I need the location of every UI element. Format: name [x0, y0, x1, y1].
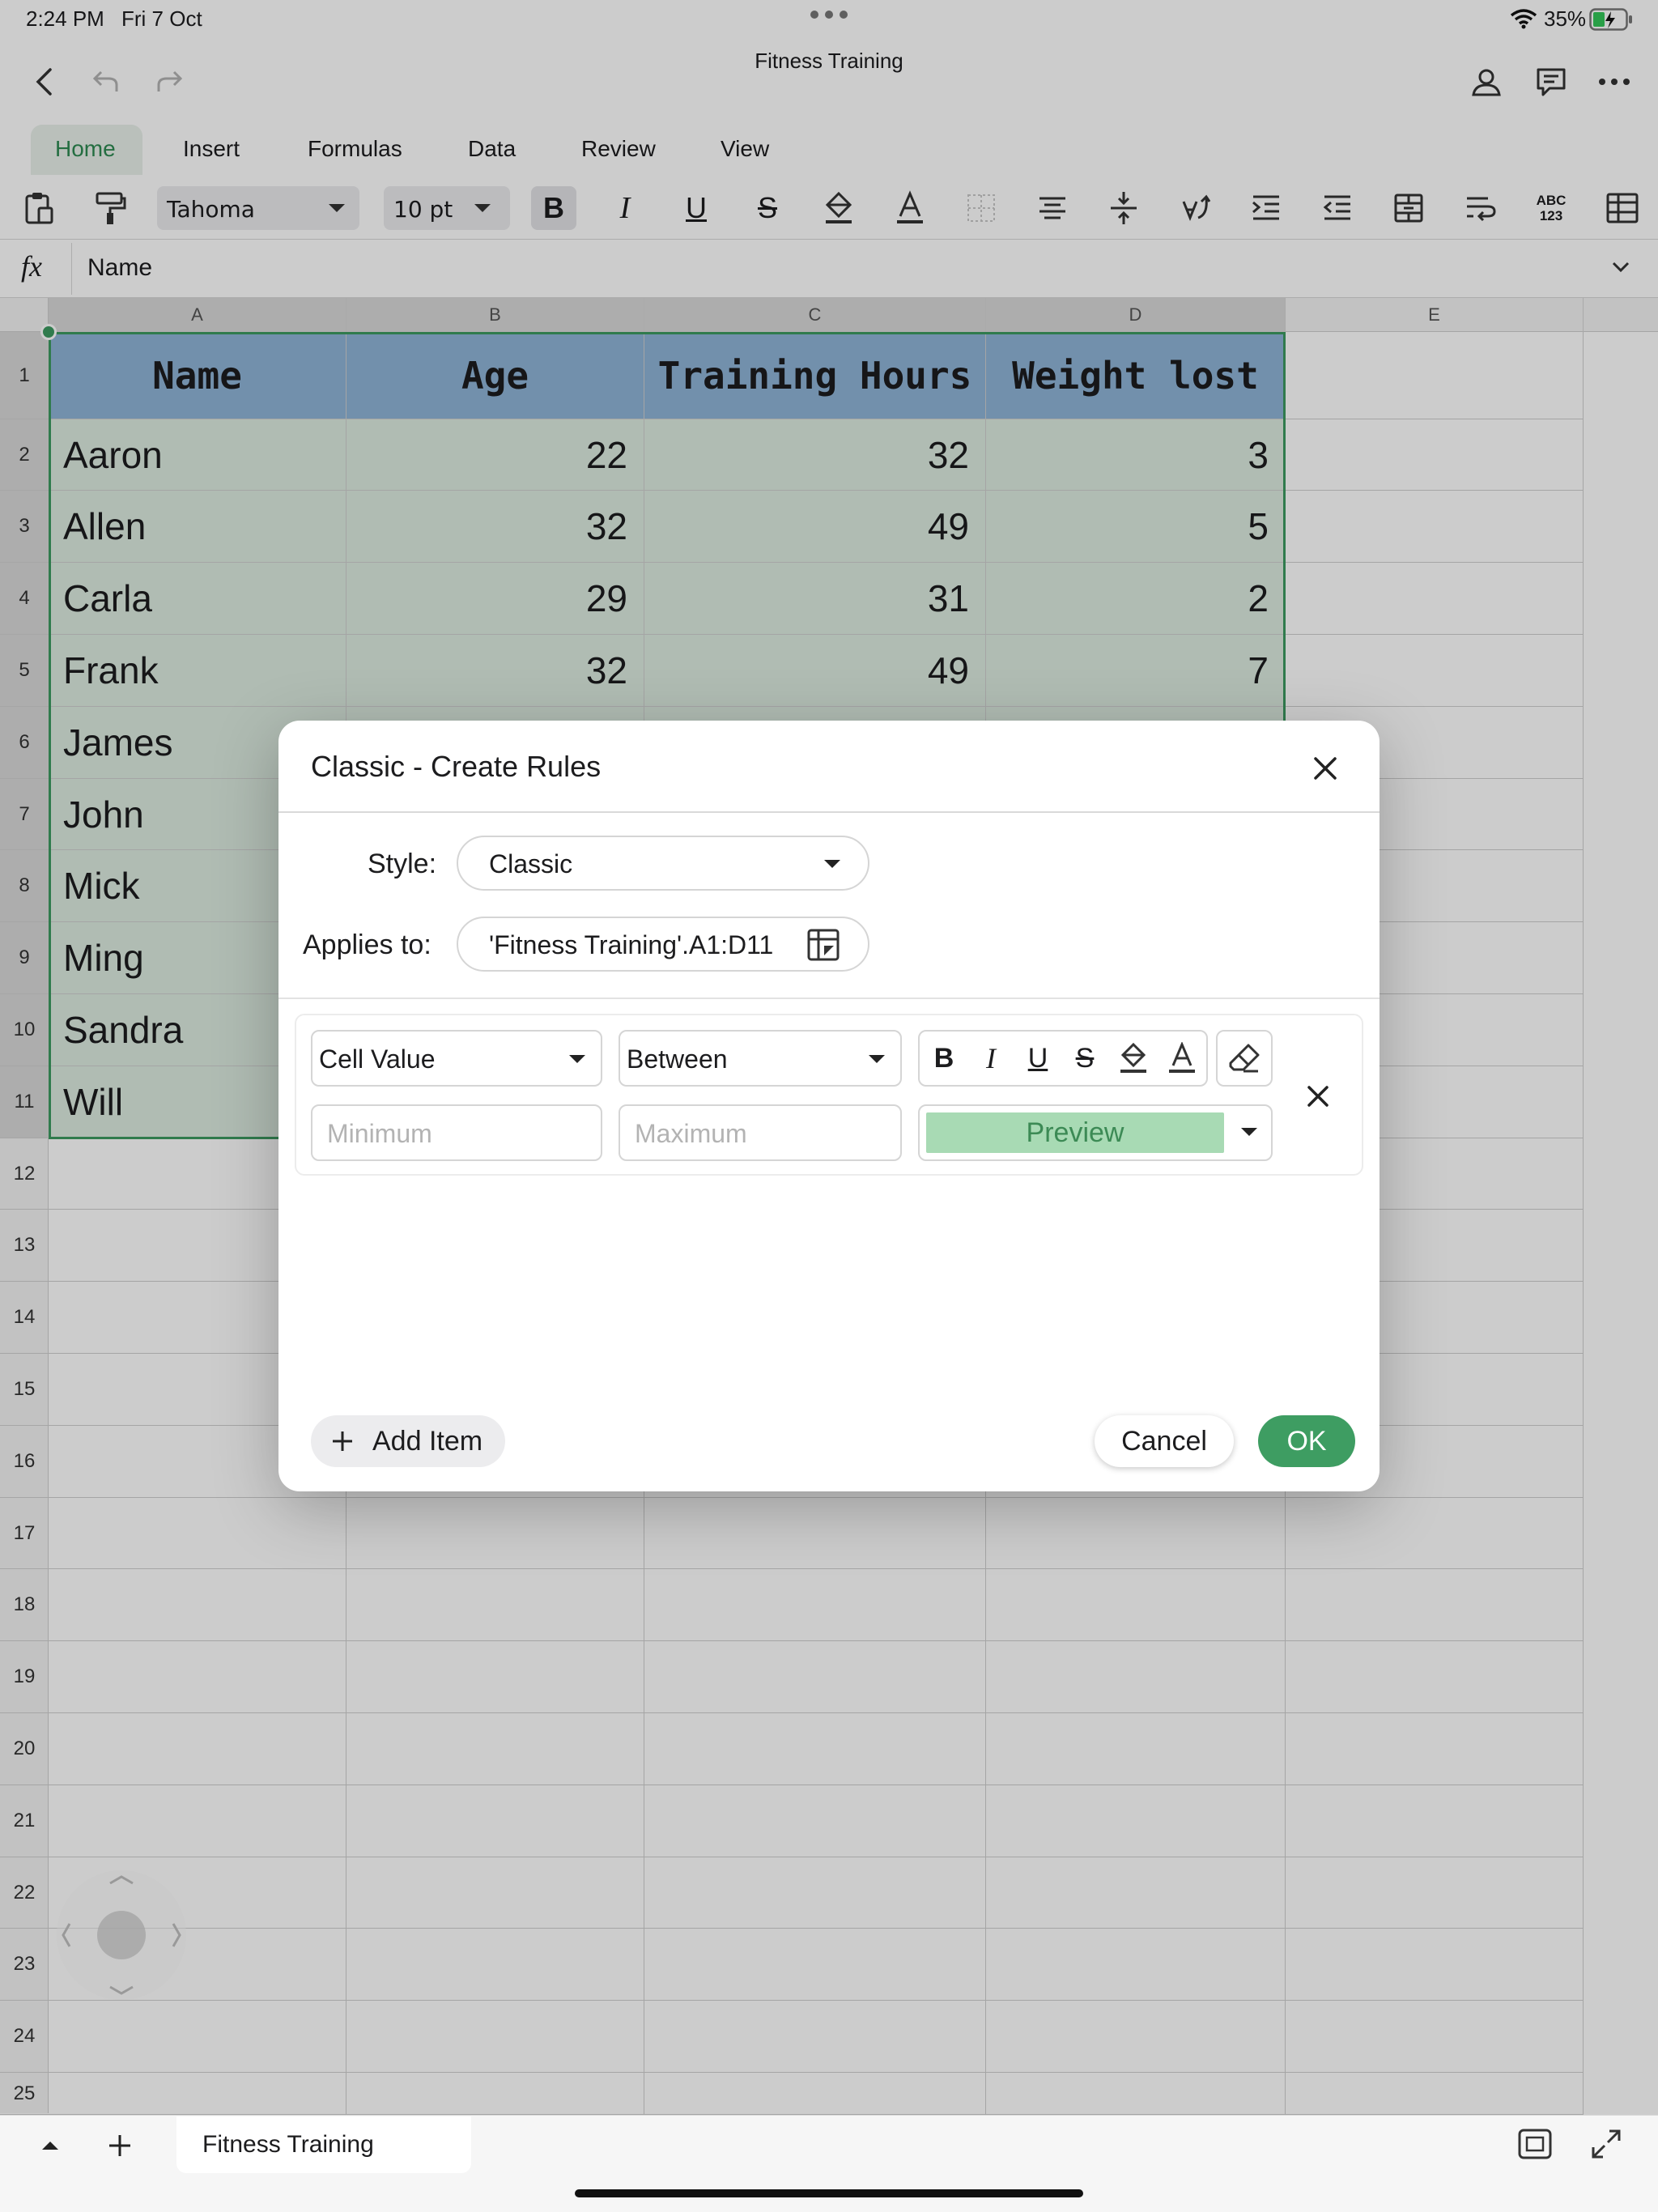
underline-icon: U: [1027, 1042, 1048, 1074]
clear-format-button[interactable]: [1216, 1030, 1273, 1087]
chevron-down-icon: [569, 1055, 585, 1063]
rule-underline-button[interactable]: U: [1017, 1038, 1059, 1078]
remove-rule-button[interactable]: [1295, 1074, 1341, 1119]
add-sheet-button[interactable]: [102, 2128, 138, 2163]
ok-button[interactable]: OK: [1258, 1415, 1355, 1467]
condition-type-value: Cell Value: [319, 1044, 436, 1074]
home-indicator: [575, 2189, 1083, 2197]
expand-icon: [1592, 2129, 1621, 2159]
bold-icon: B: [933, 1042, 954, 1074]
maximum-placeholder: Maximum: [635, 1119, 747, 1148]
applies-to-value: 'Fitness Training'.A1:D11: [489, 930, 774, 959]
triangle-up-icon: [42, 2142, 58, 2150]
fit-screen-button[interactable]: [1517, 2128, 1553, 2163]
rule-fill-color-button[interactable]: [1112, 1038, 1154, 1078]
dialog-close-button[interactable]: [1303, 747, 1347, 790]
italic-icon: I: [986, 1042, 996, 1074]
format-preview: Preview: [926, 1112, 1224, 1153]
joystick-icon: [62, 1875, 181, 1995]
select-range-icon[interactable]: [806, 928, 840, 962]
add-item-button[interactable]: Add Item: [311, 1415, 505, 1467]
dialog-header-divider: [278, 811, 1380, 813]
chevron-down-icon: [1241, 1128, 1257, 1136]
eraser-icon: [1229, 1044, 1260, 1073]
strikethrough-icon: S: [1075, 1042, 1095, 1074]
sheet-list-button[interactable]: [32, 2129, 68, 2162]
close-icon: [1314, 757, 1337, 780]
close-icon: [1307, 1086, 1329, 1107]
fullscreen-button[interactable]: [1590, 2128, 1626, 2163]
fit-screen-icon: [1518, 2129, 1552, 2159]
dialog-title: Classic - Create Rules: [311, 750, 602, 783]
rule-font-color-button[interactable]: [1161, 1038, 1203, 1078]
rule-italic-button[interactable]: I: [970, 1038, 1012, 1078]
rule-bold-button[interactable]: B: [923, 1038, 965, 1078]
section-divider: [278, 998, 1380, 999]
fill-bucket-icon: [1120, 1042, 1146, 1073]
plus-icon: [109, 2135, 130, 2156]
style-value: Classic: [489, 849, 573, 878]
chevron-down-icon: [824, 860, 840, 868]
cancel-button[interactable]: Cancel: [1095, 1415, 1234, 1467]
minimum-placeholder: Minimum: [327, 1119, 432, 1148]
navigation-joystick[interactable]: [57, 1870, 186, 2000]
style-label: Style:: [368, 849, 437, 879]
add-item-label: Add Item: [372, 1425, 483, 1457]
sheet-tab[interactable]: Fitness Training: [176, 2116, 471, 2173]
operator-value: Between: [627, 1044, 728, 1074]
rule-strikethrough-button[interactable]: S: [1064, 1038, 1106, 1078]
font-color-icon: [1169, 1042, 1195, 1073]
chevron-down-icon: [869, 1055, 885, 1063]
applies-to-label: Applies to:: [303, 929, 432, 960]
plus-icon: [333, 1431, 352, 1451]
